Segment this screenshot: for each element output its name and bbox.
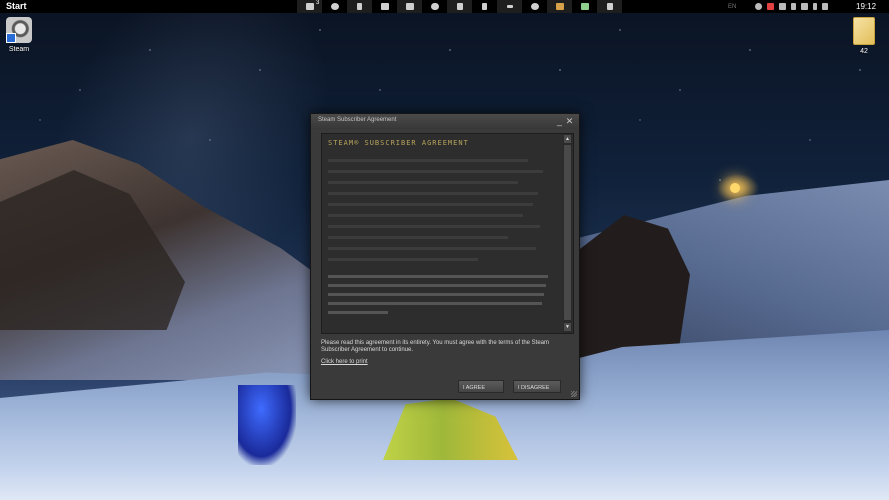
- alert-tray-icon[interactable]: [767, 3, 775, 10]
- resize-grip[interactable]: [571, 391, 577, 397]
- agreement-text-area[interactable]: STEAM® SUBSCRIBER AGREEMENT ▲ ▼: [321, 133, 574, 334]
- scroll-thumb[interactable]: [564, 145, 571, 320]
- close-button[interactable]: ✕: [565, 115, 574, 127]
- document-icon[interactable]: [597, 0, 622, 13]
- wifi-tray-icon[interactable]: [801, 3, 809, 10]
- flag-tray-icon[interactable]: [791, 3, 797, 10]
- desktop-icon-label: 42: [860, 48, 868, 55]
- disagree-button[interactable]: I DISAGREE: [513, 380, 561, 393]
- desktop-icon-steam[interactable]: Steam: [6, 17, 32, 53]
- cloud-icon[interactable]: [422, 0, 447, 13]
- pen-icon[interactable]: [497, 0, 522, 13]
- taskbar-apps: 3: [297, 0, 622, 13]
- file-explorer-icon[interactable]: 3: [297, 0, 322, 13]
- storage-icon[interactable]: [472, 0, 497, 13]
- volume-tray-icon[interactable]: [822, 3, 829, 10]
- folder-icon-2[interactable]: [397, 0, 422, 13]
- hiker: [238, 385, 296, 465]
- plug-icon[interactable]: [347, 0, 372, 13]
- network-tray-icon[interactable]: [779, 3, 787, 10]
- agreement-instruction: Please read this agreement in its entire…: [321, 340, 550, 353]
- system-tray: EN: [728, 0, 829, 13]
- scroll-down-button[interactable]: ▼: [564, 323, 571, 331]
- agree-button[interactable]: I AGREE: [458, 380, 504, 393]
- agreement-content: STEAM® SUBSCRIBER AGREEMENT: [328, 139, 556, 329]
- steam-icon[interactable]: [522, 0, 547, 13]
- desktop-icon-folder[interactable]: 42: [853, 17, 875, 55]
- agreement-heading: STEAM® SUBSCRIBER AGREEMENT: [328, 139, 469, 147]
- steam-app-icon: [6, 17, 32, 43]
- taskbar: Start 3 EN 19:12: [0, 0, 889, 13]
- battery-tray-icon[interactable]: [813, 3, 818, 10]
- hut-light: [730, 183, 740, 193]
- desktop-icon-label: Steam: [8, 46, 30, 53]
- minimize-button[interactable]: _: [555, 115, 564, 127]
- refresh-icon[interactable]: [322, 0, 347, 13]
- language-indicator[interactable]: EN: [728, 4, 736, 10]
- dialog-title: Steam Subscriber Agreement: [318, 117, 397, 123]
- agreement-scrollbar[interactable]: ▲ ▼: [563, 134, 572, 333]
- dialog-titlebar[interactable]: Steam Subscriber Agreement _ ✕: [311, 114, 579, 129]
- subscriber-agreement-dialog: Steam Subscriber Agreement _ ✕ STEAM® SU…: [310, 113, 580, 400]
- folder-icon-desktop: [853, 17, 875, 45]
- chart-icon[interactable]: [447, 0, 472, 13]
- folder-icon[interactable]: [372, 0, 397, 13]
- print-link[interactable]: Click here to print: [321, 359, 368, 365]
- image-icon[interactable]: [547, 0, 572, 13]
- monitor-icon[interactable]: [572, 0, 597, 13]
- window-count-badge: 3: [316, 0, 320, 6]
- shortcut-arrow-icon: [6, 33, 16, 43]
- agreement-body-blurred: [328, 159, 556, 314]
- start-button[interactable]: Start: [6, 0, 27, 13]
- steam-tray-icon[interactable]: [755, 3, 763, 10]
- scroll-up-button[interactable]: ▲: [564, 135, 571, 143]
- clock[interactable]: 19:12: [856, 0, 876, 13]
